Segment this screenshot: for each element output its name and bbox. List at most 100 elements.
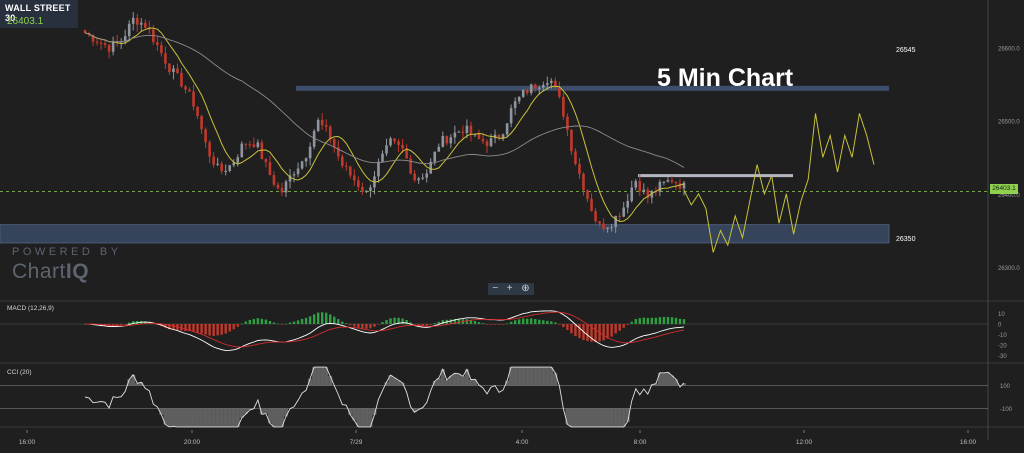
cci-overbought-fill xyxy=(533,367,538,386)
support-zone xyxy=(0,224,890,244)
macd-histogram-bar xyxy=(578,324,581,339)
candle-body xyxy=(216,163,219,165)
candle-body xyxy=(168,63,171,73)
candle-body xyxy=(401,144,404,149)
candle-body xyxy=(244,143,248,145)
local-resistance-line xyxy=(638,174,793,178)
candle-body xyxy=(529,84,533,93)
candle-body xyxy=(300,161,304,169)
candle-body xyxy=(224,170,228,172)
candle-body xyxy=(413,173,416,181)
candle-body xyxy=(353,175,356,181)
macd-histogram-bar xyxy=(602,324,605,341)
candle-body xyxy=(445,136,449,144)
zoom-reset-icon[interactable]: ⊕ xyxy=(521,284,529,294)
cci-overbought-fill xyxy=(444,379,449,386)
macd-histogram-bar xyxy=(662,316,666,324)
zoom-in-button[interactable]: + xyxy=(507,284,513,294)
candle-body xyxy=(345,165,348,167)
candle-body xyxy=(582,173,585,191)
macd-histogram-bar xyxy=(570,324,573,334)
candle-body xyxy=(590,198,593,212)
candle-body xyxy=(252,144,256,147)
cci-oversold-fill xyxy=(231,408,236,427)
cci-oversold-fill xyxy=(203,408,208,427)
macd-histogram-bar xyxy=(184,324,187,332)
cci-oversold-fill xyxy=(573,408,578,427)
macd-histogram-bar xyxy=(312,314,316,324)
chart-app: 26600.0 26500.0 26400.0 26300.0 10 0 -10 -20 -30… xyxy=(0,0,1024,453)
time-label: 16:00 xyxy=(960,439,977,446)
candle-body xyxy=(594,211,597,222)
candle-body xyxy=(638,181,642,192)
macd-histogram-bar xyxy=(333,316,336,324)
candle-body xyxy=(521,89,525,97)
cci-overbought-fill xyxy=(316,367,321,386)
candle-body xyxy=(606,227,609,230)
current-price-tag: 26403.1 xyxy=(990,184,1018,194)
candle-body xyxy=(610,227,613,229)
candle-body xyxy=(240,143,244,158)
cci-overbought-fill xyxy=(521,367,526,386)
macd-histogram-bar xyxy=(610,324,613,337)
candle-body xyxy=(537,87,541,89)
candle-body xyxy=(99,42,103,44)
candle-body xyxy=(349,166,352,176)
resistance-level-line xyxy=(296,85,889,91)
candle-body xyxy=(369,187,372,191)
candle-body xyxy=(546,83,549,85)
candle-body xyxy=(381,153,384,162)
candle-body xyxy=(304,158,308,162)
candle-body xyxy=(614,215,617,228)
candle-body xyxy=(489,138,493,147)
candle-body xyxy=(316,119,320,131)
candle-body xyxy=(156,42,159,46)
cci-oversold-fill xyxy=(581,408,586,427)
cci-oversold-fill xyxy=(227,408,232,427)
macd-histogram-bar xyxy=(208,324,211,336)
candle-body xyxy=(139,22,143,25)
macd-histogram-bar xyxy=(646,317,650,324)
chart-canvas[interactable]: 26600.026500.026400.026300.0100-10-20-30… xyxy=(0,0,1024,453)
macd-histogram-bar xyxy=(353,324,356,327)
candle-body xyxy=(678,183,682,189)
cci-oversold-fill xyxy=(364,408,369,427)
cci-oversold-fill xyxy=(187,408,192,427)
candle-body xyxy=(256,142,260,147)
candle-body xyxy=(670,180,674,182)
macd-histogram-bar xyxy=(538,319,541,324)
cci-oversold-fill xyxy=(569,408,574,427)
chartiq-watermark: POWERED BY ChartIQ xyxy=(12,246,122,284)
zoom-controls: − + ⊕ xyxy=(488,283,534,295)
macd-histogram-bar xyxy=(594,324,597,343)
macd-histogram-bar xyxy=(260,318,264,324)
macd-histogram-bar xyxy=(606,324,609,339)
macd-histogram-bar xyxy=(308,316,312,324)
macd-tick-label: -30 xyxy=(998,354,1007,360)
macd-histogram-bar xyxy=(554,322,557,324)
candle-body xyxy=(525,89,529,93)
candle-body xyxy=(618,215,621,217)
cci-oversold-fill xyxy=(199,408,204,427)
candle-body xyxy=(107,44,111,52)
candle-body xyxy=(196,106,199,117)
cci-oversold-fill xyxy=(360,408,365,427)
candle-body xyxy=(220,163,223,172)
candle-body xyxy=(324,125,328,127)
time-label: 7/29 xyxy=(350,439,363,446)
candle-body xyxy=(204,129,207,143)
price-panel xyxy=(0,0,988,300)
cci-oversold-fill xyxy=(593,408,598,427)
candle-body xyxy=(248,144,252,146)
macd-histogram-bar xyxy=(373,324,376,327)
zoom-out-button[interactable]: − xyxy=(492,284,498,294)
macd-histogram-bar xyxy=(381,322,384,324)
macd-histogram-bar xyxy=(638,318,641,324)
macd-histogram-bar xyxy=(666,316,670,324)
macd-histogram-bar xyxy=(192,324,195,332)
macd-histogram-bar xyxy=(349,324,352,326)
candle-body xyxy=(630,187,634,201)
macd-histogram-bar xyxy=(252,319,256,324)
candle-body xyxy=(602,223,605,230)
macd-histogram-bar xyxy=(216,324,219,336)
